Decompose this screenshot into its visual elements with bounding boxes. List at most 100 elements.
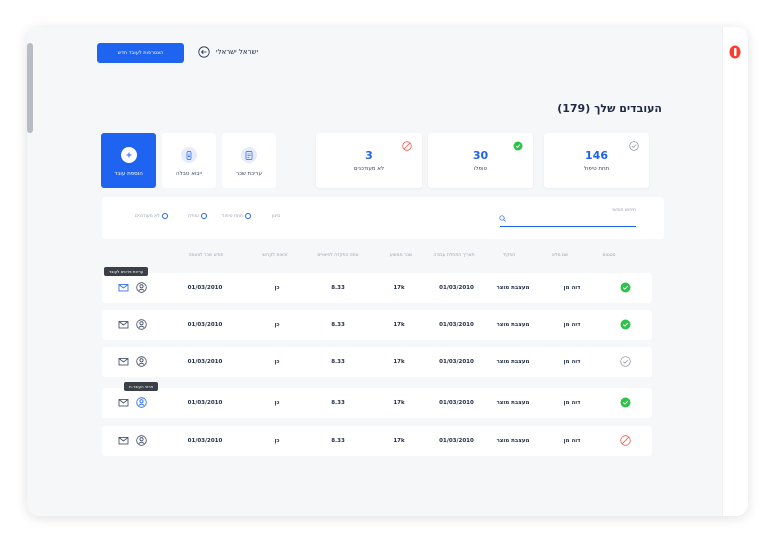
cell-name: דוה מן (563, 322, 581, 328)
column-header-name: שם מלא (551, 253, 569, 258)
stat-label: לא מעודכנים (353, 166, 385, 172)
stat-card-not-updated[interactable]: 3 לא מעודכנים (316, 133, 422, 188)
search-icon[interactable] (499, 215, 506, 222)
mail-icon[interactable] (118, 397, 129, 408)
cell-deposit: 8.33 (331, 400, 345, 406)
radio-dot[interactable] (200, 213, 207, 219)
filter-option-label: תחת טיפול (222, 213, 243, 219)
company-switcher[interactable]: ישראל ישראלי (198, 46, 258, 58)
new-employee-button[interactable]: הצטרפות לעובד חדש (97, 43, 184, 63)
cell-role: מעצבת מוצר (496, 400, 530, 406)
table-row[interactable]: דוה מן מעצבת מוצר 01/03/2010 17k 8.33 כן… (102, 273, 652, 303)
mail-icon[interactable] (118, 282, 129, 293)
user-profile-icon[interactable] (136, 356, 147, 367)
cell-month: 01/03/2010 (187, 359, 223, 365)
cell-month: 01/03/2010 (187, 322, 223, 328)
document-icon (241, 147, 257, 163)
ban-icon (620, 435, 631, 446)
search-input[interactable] (500, 226, 636, 227)
cell-role: מעצבת מוצר (496, 438, 530, 444)
edit-salary-button[interactable]: עריכת שכר (222, 133, 276, 188)
cell-eligible: כן (274, 322, 280, 328)
table-row[interactable]: דוה מן מעצבת מוצר 01/03/2010 17k 8.33 כן… (102, 310, 652, 340)
cell-deposit: 8.33 (331, 322, 345, 328)
table-row[interactable]: דוה מן מעצבת מוצר 01/03/2010 17k 8.33 כן… (102, 347, 652, 377)
cell-start-date: 01/03/2010 (439, 438, 474, 444)
cell-role: מעצבת מוצר (496, 359, 530, 365)
radio-dot[interactable] (244, 213, 251, 219)
back-arrow-icon[interactable] (198, 46, 210, 58)
right-rail (722, 27, 748, 516)
radio-dot[interactable] (161, 213, 168, 219)
stat-value: 30 (472, 149, 489, 162)
user-profile-icon[interactable] (136, 282, 147, 293)
file-import-icon (181, 147, 197, 163)
cell-start-date: 01/03/2010 (439, 359, 474, 365)
table-row[interactable]: דוה מן מעצבת מוצר 01/03/2010 17k 8.33 כן… (102, 426, 652, 456)
filter-option-done[interactable]: טופלו (188, 213, 207, 219)
filter-panel: חיפוש חופשי סינון תחת טיפול טופלו לא מעו… (102, 197, 664, 239)
mail-icon[interactable] (118, 356, 129, 367)
cell-start-date: 01/03/2010 (439, 322, 474, 328)
cell-deposit: 8.33 (331, 285, 345, 291)
scrollbar[interactable] (27, 43, 33, 133)
column-header-month: חודש שכר לוואמה (188, 253, 224, 258)
cell-salary: 17k (393, 322, 405, 328)
filter-option-not-updated[interactable]: לא מעודכנים (135, 213, 168, 219)
cell-name: דוה מן (563, 285, 581, 291)
column-header-salary: שכר ממוצע (389, 253, 413, 258)
brand-logo-icon (729, 45, 741, 59)
check-circle-filled-icon (620, 319, 631, 330)
action-label: הוספת עובד (114, 171, 143, 177)
cell-deposit: 8.33 (331, 438, 345, 444)
stat-label: תחת טיפול (583, 166, 610, 172)
company-name: ישראל ישראלי (216, 48, 259, 56)
profile-tooltip: פרטי העובד.ת (124, 382, 159, 391)
action-label: ייבוא טבלה (175, 171, 203, 177)
cell-eligible: כן (274, 400, 280, 406)
check-circle-filled-icon (620, 282, 631, 293)
page-title: העובדים שלך (179) (557, 102, 662, 115)
column-header-start-date: תאריך התחלת עבודה (433, 253, 475, 258)
cell-start-date: 01/03/2010 (439, 285, 474, 291)
column-header-role: תפקיד (502, 253, 516, 258)
plus-icon (120, 147, 137, 163)
cell-start-date: 01/03/2010 (439, 400, 474, 406)
cell-salary: 17k (393, 359, 405, 365)
cell-role: מעצבת מוצר (496, 285, 530, 291)
mail-icon[interactable] (118, 435, 129, 446)
column-header-deposit: אחוז הפקדה לפיצויים (317, 253, 359, 258)
stat-card-done[interactable]: 30 טופלו (428, 133, 533, 188)
cell-name: דוה מן (563, 400, 581, 406)
cell-deposit: 8.33 (331, 359, 345, 365)
top-bar: הצטרפות לעובד חדש ישראל ישראלי (97, 43, 717, 65)
column-header-eligible: זכאות לקרוש (262, 253, 288, 258)
search-label: חיפוש חופשי (612, 208, 636, 213)
action-label: עריכת שכר (236, 171, 262, 177)
stat-value: 3 (365, 149, 373, 162)
filter-option-label: לא מעודכנים (135, 213, 160, 219)
cell-month: 01/03/2010 (187, 438, 223, 444)
user-profile-icon[interactable] (136, 397, 147, 408)
mail-icon[interactable] (118, 319, 129, 330)
cell-name: דוה מן (563, 359, 581, 365)
cell-salary: 17k (393, 400, 405, 406)
cell-month: 01/03/2010 (187, 285, 223, 291)
cell-eligible: כן (274, 438, 280, 444)
cell-eligible: כן (274, 359, 280, 365)
cell-name: דוה מן (563, 438, 581, 444)
stat-card-in-progress[interactable]: 146 תחת טיפול (544, 133, 649, 188)
stat-label: טופלו (473, 166, 488, 172)
app-frame: הצטרפות לעובד חדש ישראל ישראלי העובדים ש… (27, 27, 748, 516)
filter-option-in-progress[interactable]: תחת טיפול (222, 213, 251, 219)
check-circle-outline-icon (620, 356, 631, 367)
filter-title: סינון (272, 214, 281, 219)
user-profile-icon[interactable] (136, 319, 147, 330)
cell-salary: 17k (393, 438, 405, 444)
filter-option-label: טופלו (188, 213, 199, 219)
add-employee-button[interactable]: הוספת עובד (101, 133, 156, 188)
check-circle-filled-icon (620, 397, 631, 408)
table-row[interactable]: דוה מן מעצבת מוצר 01/03/2010 17k 8.33 כן… (102, 388, 652, 418)
import-table-button[interactable]: ייבוא טבלה (162, 133, 216, 188)
user-profile-icon[interactable] (136, 435, 147, 446)
